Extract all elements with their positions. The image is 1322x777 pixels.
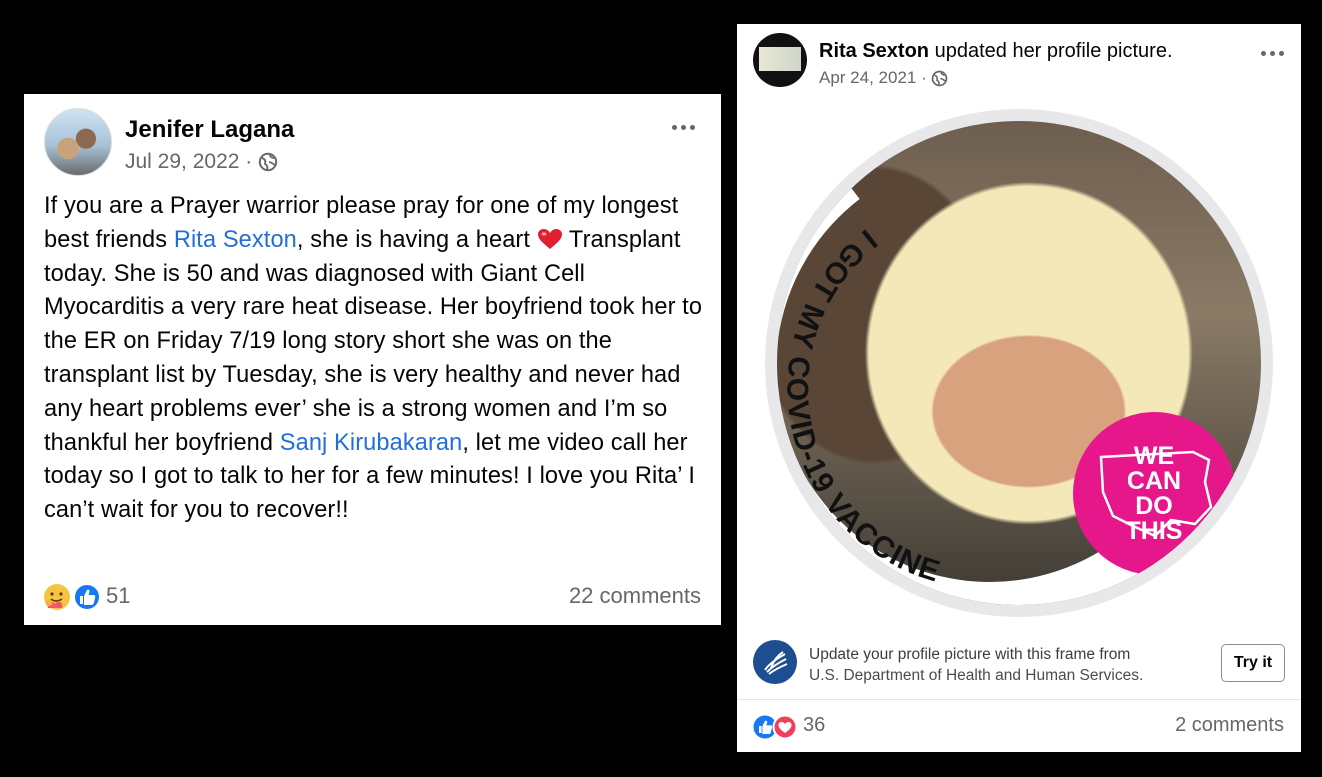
attribution-line-1: Update your profile picture with this fr… bbox=[809, 646, 1131, 663]
badge-line-2: CAN bbox=[1127, 467, 1181, 495]
like-reaction-icon bbox=[73, 583, 101, 611]
badge-line-3: DO bbox=[1135, 492, 1173, 520]
reaction-count[interactable]: 36 bbox=[803, 714, 825, 737]
comments-link[interactable]: 2 comments bbox=[1175, 714, 1284, 737]
post-date[interactable]: Jul 29, 2022 bbox=[125, 150, 239, 173]
profile-photo: I GOT MY COVID-19 VACCINE WE CAN DO THIS bbox=[777, 121, 1261, 605]
comments-link[interactable]: 22 comments bbox=[569, 583, 701, 609]
mention-sanj-kirubakaran[interactable]: Sanj Kirubakaran bbox=[280, 430, 463, 456]
post-meta: Apr 24, 2021 · bbox=[819, 68, 948, 88]
globe-icon bbox=[932, 70, 948, 87]
hhs-logo-icon bbox=[753, 640, 797, 684]
post-card-rita: Rita Sexton updated her profile picture.… bbox=[737, 24, 1301, 752]
mention-rita-sexton[interactable]: Rita Sexton bbox=[174, 227, 297, 253]
post-card-jenifer: Jenifer Lagana Jul 29, 2022 · If you are… bbox=[24, 94, 721, 625]
love-reaction-icon bbox=[772, 714, 798, 740]
we-can-do-this-badge: WE CAN DO THIS bbox=[1073, 412, 1236, 575]
care-reaction-icon bbox=[44, 584, 70, 610]
author-avatar[interactable] bbox=[753, 33, 807, 87]
heart-emoji-icon bbox=[537, 228, 562, 249]
more-options-icon[interactable] bbox=[1259, 44, 1286, 56]
post-text-part: , she is having a heart bbox=[296, 226, 537, 253]
more-options-icon[interactable] bbox=[670, 118, 697, 130]
post-meta: Jul 29, 2022 · bbox=[125, 150, 278, 174]
post-title: Rita Sexton updated her profile picture. bbox=[819, 40, 1173, 63]
attribution-line-2: U.S. Department of Health and Human Serv… bbox=[809, 667, 1144, 684]
badge-line-1: WE bbox=[1134, 442, 1174, 470]
divider bbox=[737, 699, 1301, 700]
post-text-part: Transplant today. She is 50 and was diag… bbox=[44, 226, 703, 456]
post-date[interactable]: Apr 24, 2021 bbox=[819, 68, 916, 87]
reactions-summary[interactable] bbox=[42, 582, 104, 612]
post-text: If you are a Prayer warrior please pray … bbox=[44, 190, 709, 528]
meta-separator: · bbox=[916, 68, 932, 87]
reaction-count[interactable]: 51 bbox=[106, 583, 130, 609]
badge-line-4: THIS bbox=[1126, 517, 1183, 545]
globe-icon bbox=[258, 153, 278, 172]
meta-separator: · bbox=[239, 150, 259, 173]
author-avatar[interactable] bbox=[44, 108, 112, 176]
frame-attribution: Update your profile picture with this fr… bbox=[809, 644, 1199, 686]
reactions-summary[interactable] bbox=[752, 714, 800, 740]
post-action: updated her profile picture. bbox=[929, 40, 1173, 62]
author-name[interactable]: Rita Sexton bbox=[819, 40, 929, 62]
author-name[interactable]: Jenifer Lagana bbox=[125, 116, 294, 144]
try-it-button[interactable]: Try it bbox=[1221, 644, 1285, 682]
profile-picture[interactable]: I GOT MY COVID-19 VACCINE WE CAN DO THIS bbox=[765, 109, 1273, 617]
